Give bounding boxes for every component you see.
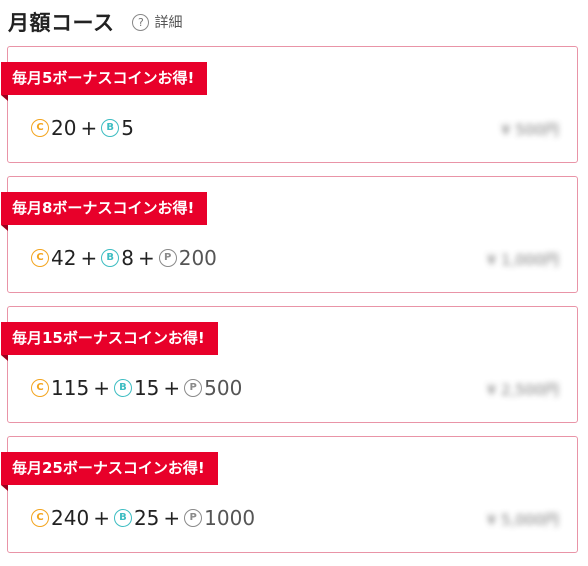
course-card-1[interactable]: 毎月5ボーナスコインお得! C 20 + B 5 ¥ 500円	[1, 46, 578, 163]
point-icon: P	[184, 509, 203, 527]
course-price: ¥ 2,500円	[486, 381, 559, 399]
bonus-badge: 毎月15ボーナスコインお得!	[1, 322, 218, 355]
point-icon: P	[184, 379, 203, 397]
plus-sign: +	[80, 246, 98, 270]
header: 月額コース ? 詳細	[8, 6, 182, 38]
coin-amount: 42	[51, 246, 77, 270]
point-amount: 500	[204, 376, 243, 400]
page-title: 月額コース	[8, 11, 115, 35]
course-amounts: C 20 + B 5	[31, 113, 134, 143]
point-icon: P	[158, 249, 177, 267]
course-amounts: C 115 + B 15 + P 500	[31, 373, 242, 403]
bonus-amount: 25	[133, 506, 160, 530]
bonus-amount: 5	[121, 116, 134, 140]
plus-sign: +	[137, 246, 155, 270]
course-amounts: C 240 + B 25 + P 1000	[31, 503, 255, 533]
coin-icon: C	[31, 379, 49, 397]
plus-sign: +	[93, 376, 110, 400]
coin-amount: 20	[51, 116, 77, 140]
course-price: ¥ 500円	[501, 121, 559, 139]
help-icon: ?	[132, 13, 150, 31]
course-card-4[interactable]: 毎月25ボーナスコインお得! C 240 + B 25 + P 1000 ¥ 5…	[1, 436, 578, 553]
course-price: ¥ 1,000円	[486, 251, 559, 269]
course-list: 毎月5ボーナスコインお得! C 20 + B 5 ¥ 500円 毎月8ボーナスコ…	[1, 46, 578, 566]
plus-sign: +	[163, 376, 181, 400]
bonus-badge: 毎月8ボーナスコインお得!	[1, 192, 208, 225]
plus-sign: +	[80, 116, 98, 140]
point-amount: 1000	[204, 506, 256, 530]
bonus-badge: 毎月25ボーナスコインお得!	[1, 452, 218, 485]
bonus-coin-icon: B	[113, 379, 132, 397]
plus-sign: +	[93, 506, 110, 530]
badge-fold	[1, 485, 8, 491]
coin-icon: C	[31, 249, 49, 267]
bonus-coin-icon: B	[101, 249, 120, 267]
detail-link[interactable]: ? 詳細	[132, 12, 182, 32]
bonus-coin-icon: B	[113, 509, 132, 527]
bonus-amount: 8	[121, 246, 134, 270]
coin-icon: C	[31, 119, 49, 137]
course-amounts: C 42 + B 8 + P 200	[31, 243, 217, 273]
coin-icon: C	[31, 509, 49, 527]
detail-label: 詳細	[154, 15, 183, 31]
bonus-badge: 毎月5ボーナスコインお得!	[1, 62, 208, 95]
course-card-3[interactable]: 毎月15ボーナスコインお得! C 115 + B 15 + P 500 ¥ 2,…	[1, 306, 578, 423]
course-card-2[interactable]: 毎月8ボーナスコインお得! C 42 + B 8 + P 200 ¥ 1,000…	[1, 176, 578, 293]
badge-fold	[1, 95, 8, 101]
badge-fold	[1, 355, 8, 361]
bonus-coin-icon: B	[101, 119, 120, 137]
point-amount: 200	[178, 246, 217, 270]
plus-sign: +	[163, 506, 181, 530]
bonus-amount: 15	[133, 376, 160, 400]
badge-fold	[1, 225, 8, 231]
coin-amount: 240	[51, 506, 90, 530]
coin-amount: 115	[51, 376, 90, 400]
course-price: ¥ 5,000円	[486, 511, 559, 529]
